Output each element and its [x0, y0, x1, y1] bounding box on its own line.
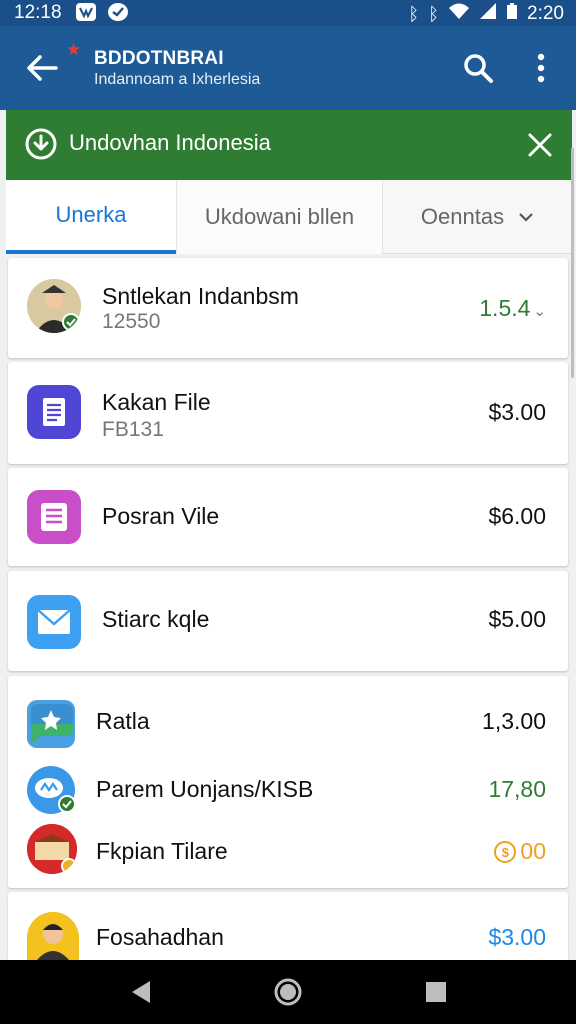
avatar-icon: [27, 912, 79, 960]
list-item[interactable]: Sntlekan Indanbsm 12550 1.5.4 ⌄: [8, 258, 568, 358]
square-recents-icon: [426, 982, 446, 1002]
item-price-value: 1.5.4: [479, 295, 531, 321]
chevron-down-icon: [518, 207, 534, 228]
list-card: Posran Vile $6.00: [8, 468, 568, 566]
list-item[interactable]: Stiarc kqle $5.00: [8, 571, 568, 671]
document-icon: [27, 385, 81, 439]
status-clock: 2:20: [527, 3, 564, 24]
search-button[interactable]: [458, 48, 498, 88]
triangle-back-icon: [132, 981, 150, 1003]
battery-icon: [506, 2, 518, 26]
tab-bar: Unerka Ukdowani bllen Oenntas: [6, 180, 572, 254]
flag-avatar-icon: [27, 824, 77, 874]
banner-text: Undovhan Indonesia: [69, 130, 271, 155]
list-card: Stiarc kqle $5.00: [8, 571, 568, 671]
list-card: Kakan File FB131 $3.00: [8, 362, 568, 464]
star-icon: ★: [66, 40, 82, 59]
search-icon: [464, 54, 493, 83]
tab-ukdowani[interactable]: Ukdowani bllen: [176, 180, 382, 254]
list-item[interactable]: Posran Vile $6.00: [8, 468, 568, 566]
tab-oenntas-label: Oenntas: [420, 204, 505, 229]
list-item[interactable]: Kakan File FB131 $3.00: [8, 362, 568, 464]
bluetooth-icon: ᛒ: [408, 4, 420, 24]
list-item[interactable]: Ratla 1,3.00: [8, 676, 568, 768]
item-price: $3.00: [488, 399, 546, 425]
app-bar: ★ BDDOTNBRAI Indannoam a Ixherlesia: [0, 26, 576, 110]
banner-close-button[interactable]: [522, 127, 558, 163]
list-document-icon: [27, 490, 81, 544]
nav-back-button[interactable]: [124, 974, 160, 1010]
item-price-value: 00: [520, 838, 546, 864]
item-name: Posran Vile: [102, 503, 220, 529]
item-name: Stiarc kqle: [102, 606, 210, 632]
nav-home-button[interactable]: [270, 974, 306, 1010]
list-item[interactable]: Parem Uonjans/KISB 17,80: [8, 762, 568, 816]
more-vert-icon: [537, 53, 545, 83]
list-item[interactable]: Fosahadhan $3.00: [8, 892, 568, 960]
nav-recents-button[interactable]: [418, 974, 454, 1010]
chevron-down-icon: ⌄: [533, 303, 546, 320]
tab-unerka[interactable]: Unerka: [6, 180, 176, 254]
item-subtitle: 12550: [102, 310, 161, 333]
wifi-icon: [448, 2, 470, 26]
more-options-button[interactable]: [524, 48, 558, 88]
vibrate-icon: ᛒ: [428, 4, 440, 24]
back-button[interactable]: [22, 48, 62, 88]
close-icon: [528, 133, 552, 157]
item-price: 17,80: [488, 776, 546, 802]
message-icon: [27, 766, 76, 814]
item-name: Fkpian Tilare: [96, 838, 228, 864]
app-subtitle: Indannoam a Ixherlesia: [94, 71, 261, 88]
list-card: Ratla 1,3.00 Parem Uonjans/KISB 17,80 Fk…: [8, 676, 568, 888]
coin-icon: $: [494, 841, 517, 863]
download-circle-icon: [24, 127, 58, 161]
list-card: Sntlekan Indanbsm 12550 1.5.4 ⌄: [8, 258, 568, 358]
item-price: $3.00: [488, 924, 546, 950]
app-title: BDDOTNBRAI: [94, 48, 224, 69]
item-price: $5.00: [488, 606, 546, 632]
list-item[interactable]: Fkpian Tilare $00: [8, 822, 568, 882]
item-price: $00: [494, 838, 546, 865]
notice-banner: Undovhan Indonesia: [6, 110, 572, 180]
list-card: Fosahadhan $3.00: [8, 892, 568, 960]
item-name: Kakan File: [102, 389, 211, 415]
arrow-left-icon: [27, 55, 58, 81]
circle-home-icon: [274, 978, 302, 1006]
signal-icon: [479, 2, 497, 26]
item-price: 1.5.4 ⌄: [479, 295, 546, 322]
status-time: 12:18: [14, 2, 62, 23]
item-name: Parem Uonjans/KISB: [96, 776, 314, 802]
system-nav-bar: [0, 960, 576, 1024]
notification-app-icon: [76, 3, 96, 21]
mail-icon: [27, 595, 81, 649]
chat-bubble-icon: [27, 700, 75, 748]
avatar-icon: [27, 279, 81, 333]
item-name: Ratla: [96, 708, 150, 734]
item-name: Sntlekan Indanbsm: [102, 283, 299, 309]
scrollbar[interactable]: [571, 148, 574, 378]
status-bar: 12:18 ᛒ ᛒ 2:20: [0, 0, 576, 26]
tab-oenntas[interactable]: Oenntas: [382, 180, 572, 254]
item-subtitle: FB131: [102, 418, 164, 441]
item-price: 1,3.00: [482, 708, 546, 734]
item-name: Fosahadhan: [96, 924, 224, 950]
item-price: $6.00: [488, 503, 546, 529]
notification-check-icon: [108, 3, 128, 21]
